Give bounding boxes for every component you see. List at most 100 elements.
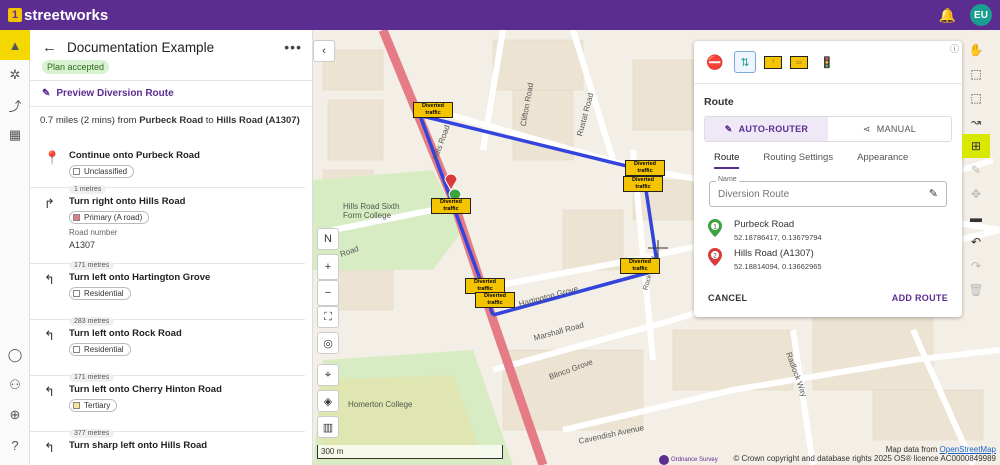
- waypoint-name: Purbeck Road: [734, 219, 795, 230]
- preview-diversion-link[interactable]: ✎ Preview Diversion Route: [30, 81, 312, 106]
- account-icon[interactable]: ◯: [0, 340, 30, 370]
- zoom-in-button[interactable]: +: [317, 254, 339, 280]
- info-sign-icon[interactable]: ▭: [790, 55, 808, 69]
- fit-bounds-button[interactable]: ⛶: [317, 306, 339, 328]
- undo-icon[interactable]: ↶: [962, 230, 990, 254]
- ordnance-survey-logo: Ordnance Survey: [659, 455, 718, 465]
- layers-button[interactable]: ◈: [317, 390, 339, 412]
- road-class-chip: Primary (A road): [69, 211, 150, 224]
- diversion-sign-icon[interactable]: ↑: [764, 55, 782, 69]
- road-number-label: Road number: [69, 228, 118, 237]
- app-name: streetworks: [24, 6, 109, 24]
- help-icon[interactable]: ?: [0, 430, 30, 460]
- tab-routing-settings[interactable]: Routing Settings: [763, 152, 833, 169]
- waypoint-1-pin-icon: 1: [708, 219, 722, 237]
- info-icon[interactable]: ⓘ: [950, 42, 959, 55]
- compass-button[interactable]: N: [317, 228, 339, 250]
- traffic-light-icon[interactable]: 🚦: [816, 51, 838, 73]
- analytics-icon[interactable]: ⤴: [0, 90, 30, 120]
- network-icon[interactable]: ✲: [0, 60, 30, 90]
- auto-router-button[interactable]: ✎ AUTO-ROUTER: [705, 117, 828, 141]
- locate-button[interactable]: ◎: [317, 332, 339, 354]
- tab-appearance[interactable]: Appearance: [857, 152, 908, 169]
- building-icon[interactable]: ▦: [0, 120, 30, 150]
- route-steps: 📍 Continue onto Purbeck Road Unclassifie…: [30, 142, 305, 465]
- left-rail: ▲ ✲ ⤴ ▦ ◯ ⚇ ⊕ ?: [0, 30, 30, 465]
- waypoint-item: 1 Purbeck Road 52.18786417, 0.13679794: [694, 207, 962, 242]
- basemap-button[interactable]: ▥: [317, 416, 339, 438]
- step-distance: 377 metres: [69, 429, 115, 438]
- pan-hand-icon[interactable]: ✋: [962, 38, 990, 62]
- bell-icon[interactable]: 🔔: [939, 7, 956, 24]
- route-tabs: Route Routing Settings Appearance: [694, 142, 962, 169]
- step-title: Continue onto Purbeck Road: [69, 150, 200, 161]
- drawing-toolbar: ✋ ⬚ ⬚ ↝ ⊞ ✎ ✥ ▬ ↶ ↷ 🗑: [962, 38, 990, 302]
- sign-text: Diverted traffic: [421, 103, 444, 116]
- route-editor-card: ⛔ ⇅ ↑ ▭ 🚦 Route ✎ AUTO-ROUTER ⋖ MANUAL Rou…: [694, 41, 962, 317]
- move-icon[interactable]: ✥: [962, 182, 990, 206]
- turn-left-icon: ↰: [44, 384, 55, 399]
- redo-icon[interactable]: ↷: [962, 254, 990, 278]
- osm-link[interactable]: OpenStreetMap: [940, 445, 996, 454]
- step-title: Turn right onto Hills Road: [69, 196, 186, 207]
- list-item: ↰ Turn left onto Hartington Grove Reside…: [30, 264, 305, 326]
- map-attribution: Map data from OpenStreetMap © Crown copy…: [733, 445, 996, 463]
- logo-mark: 1: [8, 8, 22, 22]
- back-arrow-icon[interactable]: ←: [42, 39, 57, 56]
- diverted-traffic-sign[interactable]: Diverted traffic: [625, 160, 665, 176]
- tab-route[interactable]: Route: [714, 152, 740, 169]
- delete-icon[interactable]: 🗑: [962, 278, 990, 302]
- add-shape-icon[interactable]: ⊞: [962, 134, 990, 158]
- chip-label: Primary (A road): [84, 213, 143, 222]
- works-icon[interactable]: ▲: [0, 30, 30, 60]
- turn-right-icon: ↱: [44, 196, 55, 211]
- routing-mode-toggle: ✎ AUTO-ROUTER ⋖ MANUAL: [704, 116, 952, 142]
- step-title: Turn sharp left onto Hills Road: [69, 440, 208, 451]
- add-route-button[interactable]: ADD ROUTE: [892, 293, 948, 303]
- route-tool-icon[interactable]: ⇅: [734, 51, 756, 73]
- waypoint-item: 2 Hills Road (A1307) 52.18814094, 0.1366…: [694, 242, 962, 271]
- app-logo[interactable]: 1 streetworks: [8, 7, 108, 24]
- edit-pencil-icon[interactable]: ✎: [962, 158, 990, 182]
- draw-path-icon[interactable]: ↝: [962, 110, 990, 134]
- name-label: Name: [716, 176, 739, 183]
- place-marker-button[interactable]: ⌖: [317, 364, 339, 386]
- no-entry-icon[interactable]: ⛔: [704, 51, 726, 73]
- step-title: Turn left onto Hartington Grove: [69, 272, 211, 283]
- preview-label: Preview Diversion Route: [56, 88, 174, 99]
- diverted-traffic-sign[interactable]: Diverted traffic: [431, 198, 471, 214]
- summary-distance: 0.7 miles (2 mins) from: [40, 115, 140, 126]
- cancel-button[interactable]: CANCEL: [708, 293, 747, 303]
- select-box-icon[interactable]: ⬚: [962, 62, 990, 86]
- pencil-icon: ✎: [42, 88, 51, 99]
- route-name-field: Name ✎: [709, 176, 947, 207]
- share-icon: ⋖: [862, 123, 871, 134]
- road-class-chip: Residential: [69, 343, 131, 356]
- road-number-value: A1307: [69, 240, 96, 250]
- step-title: Turn left onto Rock Road: [69, 328, 182, 339]
- step-title: Turn left onto Cherry Hinton Road: [69, 384, 222, 395]
- manual-button[interactable]: ⋖ MANUAL: [828, 117, 951, 141]
- diverted-traffic-sign[interactable]: Diverted traffic: [620, 258, 660, 274]
- sign-text: Diverted traffic: [633, 161, 656, 174]
- wand-icon: ✎: [724, 123, 733, 134]
- diversion-tools: ⛔ ⇅ ↑ ▭ 🚦: [694, 41, 962, 73]
- select-area-icon[interactable]: ⬚: [962, 86, 990, 110]
- route-name-input[interactable]: [718, 189, 918, 200]
- list-item: ↰ Turn left onto Cherry Hinton Road Tert…: [30, 376, 305, 438]
- manual-label: MANUAL: [876, 124, 917, 134]
- diverted-traffic-sign[interactable]: Diverted traffic: [475, 292, 515, 308]
- turn-left-icon: ↰: [44, 272, 55, 287]
- support-icon[interactable]: ⊕: [0, 400, 30, 430]
- route-summary: 0.7 miles (2 mins) from Purbeck Road to …: [30, 107, 312, 126]
- attribution-prefix: Map data from: [885, 445, 940, 454]
- diverted-traffic-sign[interactable]: Diverted traffic: [623, 176, 663, 192]
- avatar[interactable]: EU: [970, 4, 992, 26]
- team-icon[interactable]: ⚇: [0, 370, 30, 400]
- diverted-traffic-sign[interactable]: Diverted traffic: [413, 102, 453, 118]
- measure-ruler-icon[interactable]: ▬: [962, 206, 990, 230]
- collapse-panel-button[interactable]: ‹: [313, 40, 335, 62]
- zoom-out-button[interactable]: −: [317, 280, 339, 306]
- pencil-icon[interactable]: ✎: [929, 187, 938, 200]
- more-options-icon[interactable]: •••: [284, 39, 302, 55]
